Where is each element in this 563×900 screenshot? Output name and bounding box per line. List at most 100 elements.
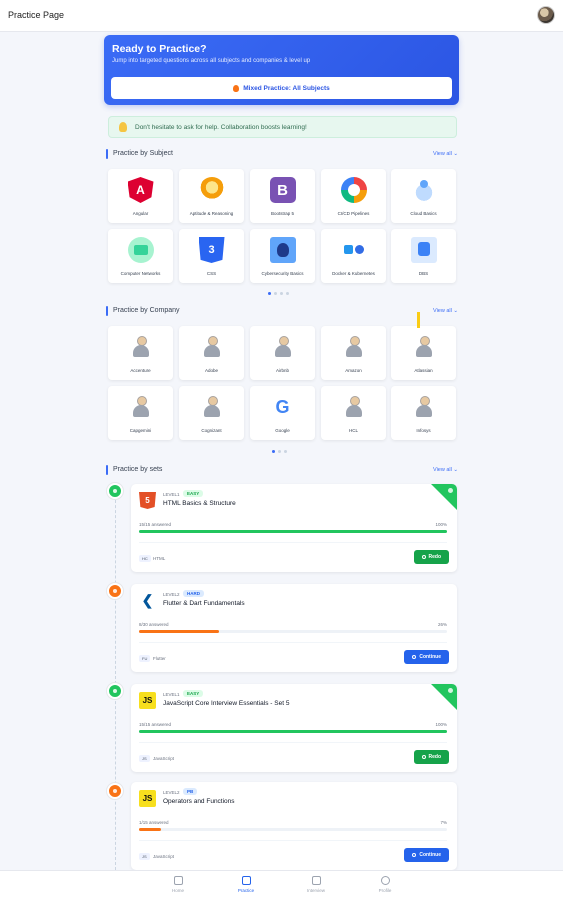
subject-card-angular[interactable]: A Angular — [108, 169, 173, 223]
subject-card-cicd[interactable]: CI/CD Pipelines — [321, 169, 386, 223]
pagination-dot[interactable] — [280, 292, 283, 295]
company-card-amazon[interactable]: Amazon — [321, 326, 386, 380]
nav-item-profile[interactable]: Profile — [365, 876, 405, 893]
subject-card-cybersecurity[interactable]: Cybersecurity Basics — [250, 229, 315, 283]
company-card-accenture[interactable]: Accenture — [108, 326, 173, 380]
set-card[interactable]: JS LEVEL1 EASY JavaScript Core Interview… — [131, 684, 457, 772]
subject-tag-name: Flutter — [153, 656, 166, 661]
company-card-adobe[interactable]: Adobe — [179, 326, 244, 380]
continue-button[interactable]: Continue — [404, 848, 449, 862]
section-accent-bar — [106, 149, 108, 159]
company-label: Cognizant — [201, 428, 222, 433]
subjects-view-all-link[interactable]: View all ⌄ — [433, 151, 458, 157]
progress-fill — [139, 730, 447, 733]
companies-pagination-dots[interactable] — [272, 450, 287, 453]
progress-percent: 7% — [440, 820, 447, 825]
redo-icon — [421, 755, 426, 759]
progress-track — [139, 730, 447, 733]
nav-label: Home — [171, 888, 184, 893]
set-name: Flutter & Dart Fundamentals — [163, 600, 245, 607]
subjects-pagination-dots[interactable] — [268, 292, 289, 295]
company-card-hcl[interactable]: HCL — [321, 386, 386, 440]
set-level: LEVEL2 — [163, 592, 180, 597]
company-card-google[interactable]: G Google — [250, 386, 315, 440]
difficulty-badge: EASY — [183, 490, 204, 497]
set-level: LEVEL1 — [163, 692, 180, 697]
google-icon: G — [275, 396, 290, 417]
text-cursor-marker — [417, 312, 420, 328]
subject-label: Computer Networks — [120, 271, 161, 276]
subject-label: CI/CD Pipelines — [337, 211, 370, 216]
hero-title: Ready to Practice? — [112, 43, 207, 55]
company-card-airbnb[interactable]: Airbnb — [250, 326, 315, 380]
subject-card-networks[interactable]: Computer Networks — [108, 229, 173, 283]
company-card-atlassian[interactable]: Atlassian — [391, 326, 456, 380]
subject-card-css[interactable]: 3 CSS — [179, 229, 244, 283]
top-app-bar: Practice Page — [0, 0, 563, 32]
pagination-dot[interactable] — [268, 292, 271, 295]
bottom-navigation: Home Practice Interview Profile — [0, 870, 563, 900]
page-title: Practice Page — [8, 10, 65, 20]
subject-card-dbs[interactable]: DBS — [391, 229, 456, 283]
subject-label: Bootstrap 5 — [270, 211, 294, 216]
company-card-cognizant[interactable]: Cognizant — [179, 386, 244, 440]
html5-icon: 5 — [139, 492, 156, 509]
nav-item-practice[interactable]: Practice — [226, 876, 266, 893]
pagination-dot[interactable] — [278, 450, 281, 453]
mixed-practice-button[interactable]: Mixed Practice: All Subjects — [111, 77, 452, 99]
subject-card-bootstrap[interactable]: B Bootstrap 5 — [250, 169, 315, 223]
company-label: Capgemini — [129, 428, 152, 433]
bootstrap-icon: B — [269, 177, 296, 203]
company-card-capgemini[interactable]: Capgemini — [108, 386, 173, 440]
person-icon — [341, 394, 367, 420]
set-card[interactable]: 5 LEVEL1 EASY HTML Basics & Structure 15… — [131, 484, 457, 572]
subjects-section-title: Practice by Subject — [113, 150, 173, 157]
profile-icon — [380, 876, 390, 885]
nav-label: Practice — [237, 888, 255, 893]
pagination-dot[interactable] — [274, 292, 277, 295]
timeline-node-in-progress — [107, 783, 123, 799]
sets-view-all-link[interactable]: View all ⌄ — [433, 467, 458, 473]
company-card-infosys[interactable]: Infosys — [391, 386, 456, 440]
difficulty-badge: EASY — [183, 690, 204, 697]
lightbulb-head-icon — [198, 177, 225, 203]
nav-item-home[interactable]: Home — [158, 876, 198, 893]
docker-kubernetes-icon — [341, 237, 367, 263]
continue-button[interactable]: Continue — [404, 650, 449, 664]
continue-icon — [412, 853, 417, 857]
companies-view-all-link[interactable]: View all ⌄ — [433, 308, 458, 314]
javascript-icon: JS — [139, 790, 156, 807]
avatar[interactable] — [537, 6, 555, 24]
main-scroll-area[interactable]: Ready to Practice? Jump into targeted qu… — [0, 32, 563, 870]
pagination-dot[interactable] — [286, 292, 289, 295]
redo-button[interactable]: Redo — [413, 750, 449, 764]
pagination-dot[interactable] — [284, 450, 287, 453]
subject-tag-name: JavaScript — [153, 756, 175, 761]
timeline-node-in-progress — [107, 583, 123, 599]
person-icon — [411, 334, 437, 360]
set-card[interactable]: JS LEVEL2 PB Operators and Functions 1/1… — [131, 782, 457, 870]
subject-tag: JS — [139, 853, 150, 860]
subject-card-docker[interactable]: Docker & Kubernetes — [321, 229, 386, 283]
subject-card-cloud[interactable]: Cloud Basics — [391, 169, 456, 223]
cybersecurity-icon — [269, 237, 296, 263]
network-icon — [127, 237, 154, 263]
person-icon — [411, 394, 437, 420]
nav-label: Profile — [378, 888, 392, 893]
nav-item-interview[interactable]: Interview — [296, 876, 336, 893]
answered-count: 15/15 answered — [139, 522, 172, 527]
progress-fill — [139, 630, 220, 633]
subject-card-aptitude[interactable]: Aptitude & Reasoning — [179, 169, 244, 223]
practice-icon — [241, 876, 251, 885]
pagination-dot[interactable] — [272, 450, 275, 453]
answered-count: 15/15 answered — [139, 722, 172, 727]
subject-tag: FU — [139, 655, 151, 662]
progress-track — [139, 530, 447, 533]
set-card[interactable]: ❮ LEVEL2 HARD Flutter & Dart Fundamental… — [131, 584, 457, 672]
database-icon — [410, 237, 437, 263]
nav-label: Interview — [306, 888, 325, 893]
redo-button[interactable]: Redo — [413, 550, 449, 564]
sets-timeline — [115, 490, 116, 870]
subject-label: Docker & Kubernetes — [332, 271, 375, 276]
company-label: Accenture — [130, 368, 151, 373]
